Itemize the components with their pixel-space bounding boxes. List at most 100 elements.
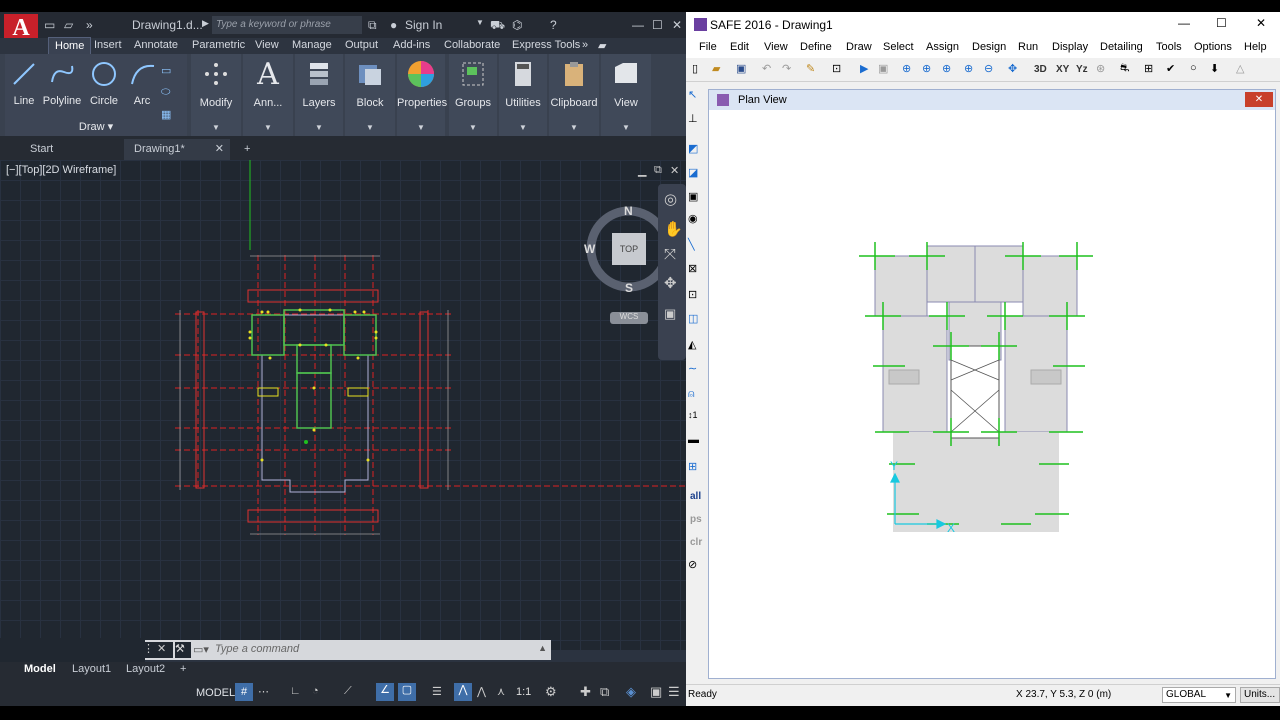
cart-icon[interactable]: ⛟	[490, 18, 505, 34]
set-display-icon[interactable]: ⊞	[1144, 62, 1160, 78]
tab-annotate[interactable]: Annotate	[134, 39, 178, 51]
dimension-icon[interactable]: ↕1	[688, 410, 704, 426]
menu-view[interactable]: View	[764, 41, 788, 53]
view-panel-button[interactable]: View ▼	[601, 54, 651, 136]
plan-view-window[interactable]: Plan View ✕ Y X	[708, 89, 1276, 679]
coordinate-system-select[interactable]: GLOBAL ▼	[1162, 687, 1236, 703]
menu-assign[interactable]: Assign	[926, 41, 959, 53]
layers-button[interactable]: Layers ▼	[295, 54, 343, 136]
modify-button[interactable]: Modify ▼	[191, 54, 241, 136]
object-snap-icon[interactable]: ▢	[398, 683, 416, 701]
undo-icon[interactable]: ↶	[762, 62, 778, 78]
select-all-button[interactable]: all	[690, 491, 701, 502]
minimize-button[interactable]: —	[632, 18, 644, 32]
tab-drawing1[interactable]: Drawing1* ✕	[124, 139, 230, 160]
lineweight-icon[interactable]: ☰	[432, 685, 442, 698]
clean-screen-icon[interactable]: ▣	[650, 684, 662, 700]
draw-rectangle-icon[interactable]: ◪	[688, 166, 704, 182]
block-button[interactable]: Block ▼	[345, 54, 395, 136]
binoculars-icon[interactable]: ⧉	[368, 18, 377, 33]
safe-close-button[interactable]: ✕	[1256, 16, 1266, 30]
draw-curve-icon[interactable]: ∼	[688, 362, 704, 378]
chevron-down-icon[interactable]: ▼	[476, 18, 484, 27]
sign-in-button[interactable]: Sign In	[405, 18, 442, 32]
annotation-button[interactable]: A Ann... ▼	[243, 54, 293, 136]
viewcube-top-face[interactable]: TOP	[612, 233, 646, 265]
draw-support-icon[interactable]: ⍝	[688, 388, 704, 404]
lock-model-icon[interactable]: ▣	[878, 62, 894, 78]
open-file-icon[interactable]: ▱	[64, 18, 73, 32]
tab-model[interactable]: Model	[24, 663, 56, 675]
menu-select[interactable]: Select	[883, 41, 914, 53]
reshape-icon[interactable]: ⊥	[688, 112, 704, 128]
annotation-scale-icon[interactable]: ⋏	[497, 685, 505, 698]
new-model-icon[interactable]: ▯	[692, 62, 708, 78]
menu-tools[interactable]: Tools	[1156, 41, 1182, 53]
close-icon[interactable]: ✕	[215, 142, 224, 155]
compass-west[interactable]: W	[584, 242, 595, 256]
maximize-button[interactable]: ☐	[652, 18, 663, 32]
menu-help[interactable]: Help	[1244, 41, 1267, 53]
previous-select-button[interactable]: ps	[690, 514, 702, 525]
draw-panel-label[interactable]: Draw ▾	[5, 120, 187, 133]
tab-layout2[interactable]: Layout2	[126, 663, 165, 675]
load-icon[interactable]: ⬇	[1210, 62, 1226, 78]
clear-select-button[interactable]: clr	[690, 537, 702, 548]
tab-output[interactable]: Output	[345, 39, 378, 51]
clipboard-button[interactable]: Clipboard ▼	[549, 54, 599, 136]
tab-collaborate[interactable]: Collaborate	[444, 39, 500, 51]
view-yz-button[interactable]: Yz	[1076, 64, 1088, 75]
draw-slab-icon[interactable]: ◩	[688, 142, 704, 158]
circle-select-icon[interactable]: ○	[1190, 62, 1206, 78]
perspective-icon[interactable]: ⛐	[1120, 62, 1136, 78]
menu-define[interactable]: Define	[800, 41, 832, 53]
chevron-up-icon[interactable]: ▲	[538, 643, 547, 653]
model-viewport[interactable]: [−][Top][2D Wireframe] ▁ ⧉ ✕ N S W TOP W…	[0, 160, 686, 662]
wrench-icon[interactable]: ⚒	[175, 642, 191, 658]
search-input[interactable]: Type a keyword or phrase	[212, 16, 362, 34]
new-file-icon[interactable]: ▭	[44, 18, 55, 32]
quick-access-more-icon[interactable]: »	[86, 18, 93, 32]
ortho-icon[interactable]: ∟	[290, 685, 301, 697]
menu-draw[interactable]: Draw	[846, 41, 872, 53]
object-snap-tracking-icon[interactable]: ∠	[376, 683, 394, 701]
zoom-extents-icon[interactable]: ⤧	[664, 246, 676, 263]
units-button[interactable]: Units...	[1240, 687, 1280, 703]
menu-detailing[interactable]: Detailing	[1100, 41, 1143, 53]
groups-button[interactable]: Groups ▼	[449, 54, 497, 136]
tab-add-ins[interactable]: Add-ins	[393, 39, 430, 51]
zoom-out-icon[interactable]: ⊖	[984, 62, 1000, 78]
customize-icon[interactable]: ☰	[668, 684, 680, 700]
orbit-icon[interactable]: ✥	[664, 274, 677, 292]
line-tool[interactable]: Line	[9, 60, 39, 107]
snap-icon[interactable]: ⋯	[258, 685, 269, 698]
close-button[interactable]: ✕	[672, 18, 682, 32]
pan-icon[interactable]: ✋	[664, 220, 683, 238]
view-3d-button[interactable]: 3D	[1034, 64, 1047, 75]
draw-tendon-icon[interactable]: ◭	[688, 338, 704, 354]
tab-layout1[interactable]: Layout1	[72, 663, 111, 675]
polyline-tool[interactable]: Polyline	[39, 60, 85, 107]
lock-icon[interactable]: ⊡	[832, 62, 848, 78]
draw-point-icon[interactable]: ▣	[688, 190, 704, 206]
save-icon[interactable]: ▣	[736, 62, 752, 78]
refresh-icon[interactable]: ✎	[806, 62, 822, 78]
menu-edit[interactable]: Edit	[730, 41, 749, 53]
plan-view-close-button[interactable]: ✕	[1245, 92, 1273, 107]
menu-options[interactable]: Options	[1194, 41, 1232, 53]
properties-button[interactable]: Properties ▼	[397, 54, 447, 136]
redo-icon[interactable]: ↷	[782, 62, 798, 78]
tab-manage[interactable]: Manage	[292, 39, 332, 51]
help-icon[interactable]: ?	[550, 18, 557, 32]
safe-minimize-button[interactable]: —	[1178, 16, 1190, 30]
zoom-restore-icon[interactable]: ⊕	[922, 62, 938, 78]
check-icon[interactable]: ✔	[1166, 62, 1182, 78]
camera-icon[interactable]: ▰	[598, 39, 606, 52]
model-space-toggle[interactable]: MODEL	[196, 687, 235, 699]
annotation-scale-value[interactable]: 1:1	[516, 686, 531, 698]
rectangle-icon[interactable]: ▭	[161, 64, 171, 77]
intersecting-line-icon[interactable]: ⊘	[688, 558, 704, 574]
wcs-menu[interactable]: WCS	[610, 312, 648, 324]
rotate-view-icon[interactable]: ⊛	[1096, 62, 1112, 78]
menu-file[interactable]: File	[699, 41, 717, 53]
